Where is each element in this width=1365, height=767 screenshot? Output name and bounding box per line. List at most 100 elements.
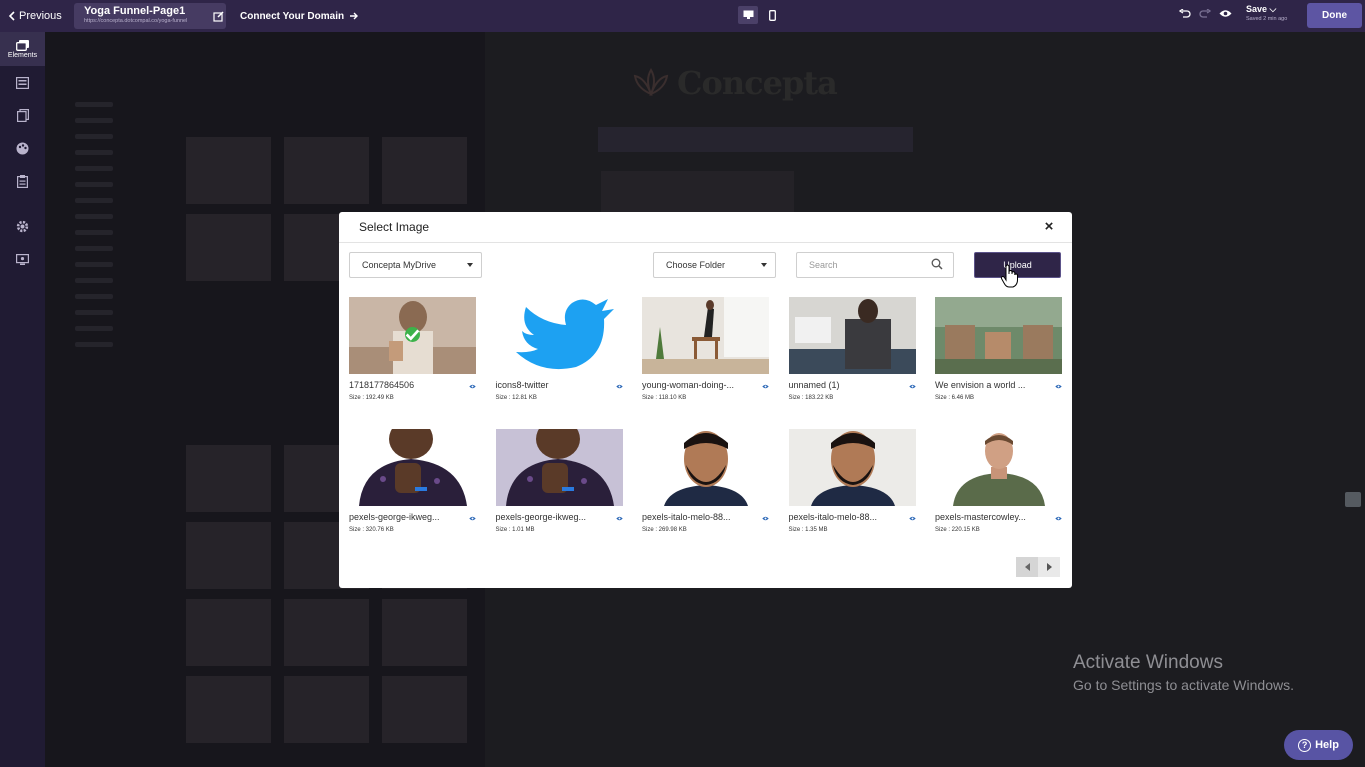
page-url: https://concepta.dotcompal.co/yoga-funne… [84, 18, 188, 24]
view-eye-icon[interactable] [469, 384, 476, 389]
image-card[interactable]: 1718177864506 Size : 192.49 KB [349, 297, 476, 418]
help-button[interactable]: ? Help [1284, 730, 1353, 760]
rail-item-clipboard[interactable] [0, 165, 45, 198]
connect-domain-label: Connect Your Domain [240, 10, 345, 22]
rail-item-sections[interactable] [0, 66, 45, 99]
saved-status: Saved 2 min ago [1246, 16, 1288, 22]
canvas-image-block [601, 171, 794, 216]
image-name: unnamed (1) [788, 380, 840, 390]
image-size: Size : 183.22 KB [788, 395, 834, 401]
modal-header: Select Image × [339, 212, 1072, 243]
triangle-right-icon [1046, 563, 1052, 571]
rail-item-elements[interactable]: Elements [0, 32, 45, 66]
select-image-modal: Select Image × Concepta MyDrive Choose F… [339, 212, 1072, 588]
connect-domain-link[interactable]: Connect Your Domain [240, 11, 359, 22]
image-size: Size : 192.49 KB [349, 395, 394, 401]
image-name: icons8-twitter [495, 380, 549, 390]
image-card[interactable]: icons8-twitter Size : 12.81 KB [495, 297, 623, 418]
image-size: Size : 12.81 KB [495, 395, 537, 401]
view-eye-icon[interactable] [615, 516, 623, 521]
rail-spacer [0, 198, 45, 210]
chevron-down-icon: ⌵ [1269, 4, 1277, 14]
done-button[interactable]: Done [1307, 3, 1362, 28]
image-name: 1718177864506 [349, 380, 415, 390]
image-name: pexels-italo-melo-88... [642, 512, 731, 522]
view-eye-icon[interactable] [469, 516, 476, 521]
palette-icon [16, 142, 29, 155]
gear-icon [16, 220, 29, 233]
image-name: young-woman-doing-... [642, 380, 735, 390]
image-card[interactable]: unnamed (1) Size : 183.22 KB [788, 297, 916, 418]
image-thumbnail [935, 429, 1062, 506]
image-name: pexels-italo-melo-88... [788, 512, 878, 522]
arrow-right-icon [350, 12, 359, 20]
view-eye-icon[interactable] [908, 516, 916, 521]
preview-eye-icon[interactable] [1216, 5, 1234, 23]
redo-icon[interactable] [1196, 5, 1214, 23]
rail-item-styles[interactable] [0, 132, 45, 165]
image-size: Size : 1.01 MB [495, 527, 535, 533]
image-grid: 1718177864506 Size : 192.49 KB icons8-tw… [349, 297, 1062, 550]
image-size: Size : 320.76 KB [349, 527, 394, 533]
image-card[interactable]: pexels-george-ikweg... Size : 1.01 MB [495, 429, 623, 550]
rail-item-pages[interactable] [0, 99, 45, 132]
undo-icon[interactable] [1176, 5, 1194, 23]
edit-icon[interactable] [210, 3, 226, 29]
image-size: Size : 118.10 KB [642, 395, 687, 401]
question-icon: ? [1298, 738, 1312, 752]
mobile-view-button[interactable] [762, 6, 782, 24]
rail-item-settings[interactable] [0, 210, 45, 243]
image-card[interactable]: pexels-mastercowley... Size : 220.15 KB [935, 429, 1062, 550]
view-eye-icon[interactable] [1055, 516, 1062, 521]
image-thumbnail [935, 297, 1062, 374]
search-input[interactable] [797, 253, 917, 277]
caret-down-icon [761, 263, 767, 267]
drive-select-value: Concepta MyDrive [362, 260, 437, 270]
image-thumbnail [642, 429, 769, 506]
image-card[interactable]: young-woman-doing-... Size : 118.10 KB [642, 297, 769, 418]
selected-check-icon [405, 327, 420, 342]
pagination [1016, 557, 1060, 577]
desktop-icon [743, 10, 753, 19]
image-card[interactable]: pexels-italo-melo-88... Size : 269.98 KB [642, 429, 769, 550]
image-size: Size : 1.35 MB [788, 527, 828, 533]
rail-item-seo[interactable] [0, 243, 45, 276]
sections-icon [16, 76, 29, 89]
save-label: Save [1246, 4, 1268, 14]
view-eye-icon[interactable] [762, 516, 769, 521]
image-thumbnail [495, 297, 623, 374]
top-toolbar: Previous Yoga Funnel-Page1 https://conce… [0, 0, 1365, 32]
chevron-left-icon [8, 11, 15, 21]
image-card[interactable]: We envision a world ... Size : 6.46 MB [935, 297, 1062, 418]
side-collapse-tab[interactable] [1345, 492, 1361, 507]
image-thumbnail [642, 297, 769, 374]
image-card[interactable]: pexels-italo-melo-88... Size : 1.35 MB [788, 429, 916, 550]
view-eye-icon[interactable] [908, 384, 916, 389]
left-rail: Elements [0, 32, 45, 767]
lotus-logo-icon [633, 68, 669, 96]
clipboard-icon [17, 175, 28, 188]
save-dropdown[interactable]: Save ⌵ Saved 2 min ago [1246, 4, 1300, 23]
image-thumbnail [349, 297, 476, 374]
search-icon[interactable] [931, 258, 943, 270]
close-icon[interactable]: × [1042, 219, 1056, 234]
drive-select[interactable]: Concepta MyDrive [349, 252, 482, 278]
image-name: We envision a world ... [935, 380, 1026, 390]
view-eye-icon[interactable] [1055, 384, 1062, 389]
activate-title: Activate Windows [1073, 652, 1223, 673]
mobile-icon [768, 9, 776, 21]
view-eye-icon[interactable] [615, 384, 623, 389]
activate-subtitle: Go to Settings to activate Windows. [1073, 677, 1294, 693]
image-size: Size : 6.46 MB [935, 395, 975, 401]
prev-page-button[interactable] [1016, 557, 1038, 577]
image-name: pexels-george-ikweg... [349, 512, 440, 522]
rail-elements-label: Elements [7, 51, 38, 59]
page-selector[interactable]: Yoga Funnel-Page1 https://concepta.dotco… [74, 3, 226, 29]
image-thumbnail [788, 429, 916, 506]
image-card[interactable]: pexels-george-ikweg... Size : 320.76 KB [349, 429, 476, 550]
next-page-button[interactable] [1038, 557, 1060, 577]
previous-button[interactable]: Previous [8, 10, 70, 22]
desktop-view-button[interactable] [738, 6, 758, 24]
folder-select[interactable]: Choose Folder [653, 252, 776, 278]
view-eye-icon[interactable] [762, 384, 769, 389]
